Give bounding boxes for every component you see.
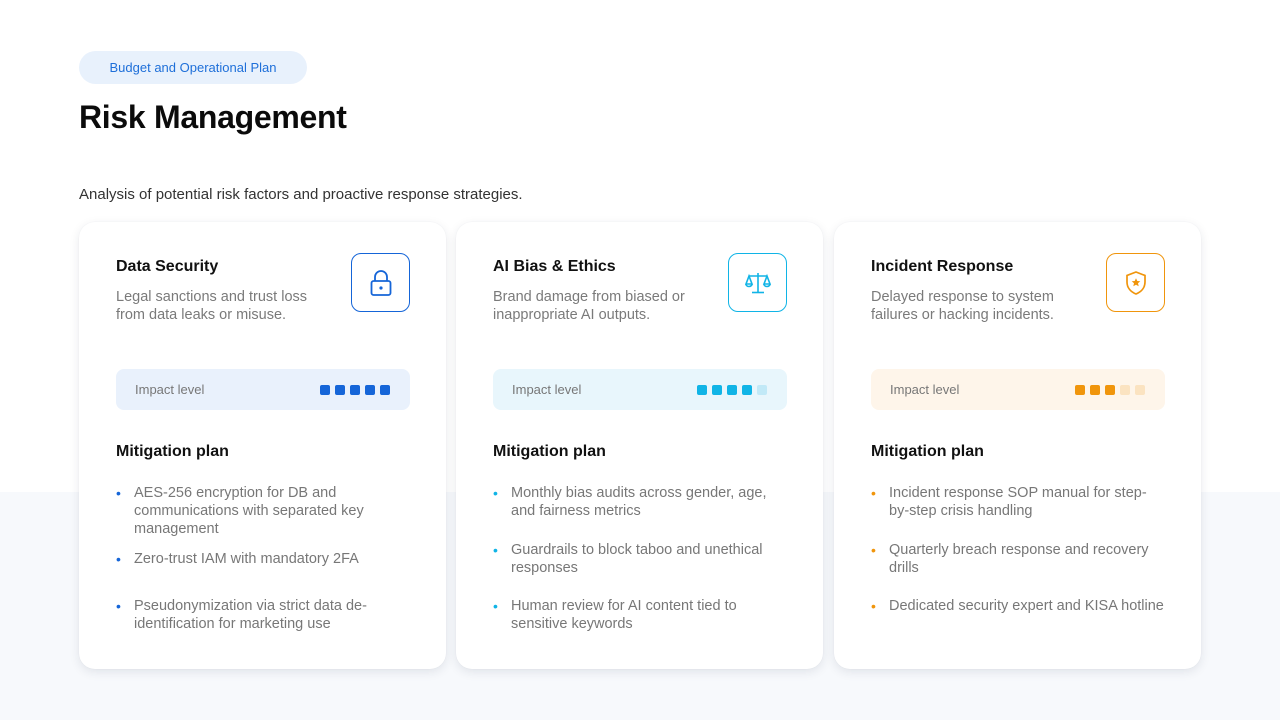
- lock-icon: [351, 253, 410, 312]
- shield-star-icon: [1106, 253, 1165, 312]
- impact-dot: [727, 384, 737, 395]
- card-title: Incident Response: [871, 258, 1014, 275]
- impact-dot: [320, 384, 330, 395]
- impact-label: Impact level: [890, 382, 960, 397]
- impact-dot: [757, 384, 767, 395]
- mitigation-item: • Zero-trust IAM with mandatory 2FA: [116, 551, 359, 567]
- impact-level-bar: Impact level: [493, 369, 787, 410]
- mitigation-title: Mitigation plan: [116, 443, 229, 460]
- impact-dot: [350, 384, 360, 395]
- mitigation-title: Mitigation plan: [871, 443, 984, 460]
- impact-dot: [365, 384, 375, 395]
- section-pill: Budget and Operational Plan: [79, 51, 307, 84]
- scales-icon: [728, 253, 787, 312]
- mitigation-item: • Guardrails to block taboo and unethical…: [493, 542, 763, 576]
- impact-dot: [1090, 384, 1100, 395]
- impact-dot: [380, 384, 390, 395]
- impact-label: Impact level: [135, 382, 205, 397]
- mitigation-item: • Incident response SOP manual for step-b…: [871, 485, 1147, 519]
- impact-dot: [1075, 384, 1085, 395]
- page-subtitle: Analysis of potential risk factors and p…: [79, 186, 523, 203]
- impact-dot: [1120, 384, 1130, 395]
- impact-level-bar: Impact level: [116, 369, 410, 410]
- card-description: Brand damage from biased or inappropriat…: [493, 289, 685, 323]
- card-title: Data Security: [116, 258, 219, 275]
- risk-card-incident-response: Incident Response Delayed response to sy…: [834, 222, 1201, 669]
- card-description: Legal sanctions and trust loss from data…: [116, 289, 308, 323]
- impact-dot: [712, 384, 722, 395]
- mitigation-item: • Quarterly breach response and recovery …: [871, 542, 1149, 576]
- impact-dot: [697, 384, 707, 395]
- impact-dot: [742, 384, 752, 395]
- card-description: Delayed response to system failures or h…: [871, 289, 1054, 323]
- mitigation-item: • Pseudonymization via strict data de-ide…: [116, 598, 367, 632]
- card-title: AI Bias & Ethics: [493, 258, 616, 275]
- mitigation-item: • Human review for AI content tied to sen…: [493, 598, 737, 632]
- impact-dots: [1075, 384, 1145, 395]
- impact-dot: [1105, 384, 1115, 395]
- impact-dot: [335, 384, 345, 395]
- mitigation-item: • Dedicated security expert and KISA hotl…: [871, 598, 1164, 614]
- mitigation-title: Mitigation plan: [493, 443, 606, 460]
- impact-dot: [1135, 384, 1145, 395]
- risk-card-ai-bias-ethics: AI Bias & Ethics Brand damage from biase…: [456, 222, 823, 669]
- impact-level-bar: Impact level: [871, 369, 1165, 410]
- impact-dots: [697, 384, 767, 395]
- page-title: Risk Management: [79, 99, 347, 135]
- risk-card-data-security: Data Security Legal sanctions and trust …: [79, 222, 446, 669]
- mitigation-item: • AES-256 encryption for DB and communica…: [116, 485, 364, 537]
- impact-label: Impact level: [512, 382, 582, 397]
- impact-dots: [320, 384, 390, 395]
- mitigation-item: • Monthly bias audits across gender, age,…: [493, 485, 767, 519]
